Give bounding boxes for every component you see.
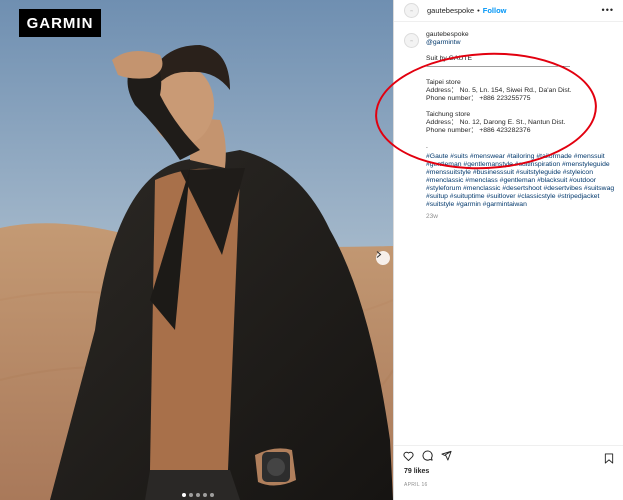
action-bar: [394, 445, 623, 465]
caption-line: [426, 135, 616, 143]
caption-line: .: [426, 143, 428, 150]
bookmark-icon: [604, 453, 614, 464]
caption: ◦◦ gautebespoke @garmintw Suit by GAUTE …: [404, 31, 616, 221]
avatar[interactable]: ◦◦: [404, 33, 419, 48]
avatar-mark: ◦◦: [410, 37, 413, 43]
brand-logo: GARMIN: [19, 9, 101, 37]
comment-button[interactable]: [422, 450, 433, 461]
caption-username[interactable]: gautebespoke: [426, 31, 616, 39]
follow-button[interactable]: Follow: [483, 6, 507, 15]
share-icon: [441, 450, 452, 461]
photo-illustration: [0, 0, 393, 500]
more-options-icon[interactable]: •••: [602, 5, 614, 15]
like-count[interactable]: 79 likes: [404, 468, 429, 475]
caption-line: Phone number： +886 423282376: [426, 127, 531, 134]
caption-age: 23w: [426, 213, 438, 220]
slide-dot: [210, 493, 214, 497]
header-username[interactable]: gautebespoke: [427, 6, 474, 15]
comment-icon: [422, 450, 433, 461]
share-button[interactable]: [441, 450, 452, 461]
heart-icon: [403, 451, 414, 461]
caption-line: [426, 71, 616, 79]
post-date: APRIL 16: [404, 482, 428, 488]
post-sidebar: ◦◦ gautebespoke • Follow ••• ◦◦ gautebes…: [393, 0, 623, 500]
caption-line: Suit by GAUTE: [426, 55, 473, 62]
caption-line: Address： No. 12, Darong E. St., Nantun D…: [426, 119, 566, 126]
caption-line: Address： No. 5, Ln. 154, Siwei Rd., Da'a…: [426, 87, 572, 94]
caption-line: Taichung store: [426, 111, 471, 118]
slide-dot: [182, 493, 186, 497]
avatar[interactable]: ◦◦: [404, 3, 419, 18]
caption-line: Taipei store: [426, 79, 461, 86]
next-slide-button[interactable]: [376, 251, 390, 265]
caption-mention[interactable]: @garmintw: [426, 39, 616, 47]
post-header: ◦◦ gautebespoke • Follow: [394, 0, 623, 22]
caption-line: Phone number： +886 223255775: [426, 95, 531, 102]
caption-line: ————————————————————————: [426, 64, 570, 70]
post-photo[interactable]: GARMIN: [0, 0, 393, 500]
save-button[interactable]: [604, 451, 614, 469]
slide-dot: [196, 493, 200, 497]
slide-dot: [189, 493, 193, 497]
slide-indicator: [182, 493, 214, 497]
avatar-mark: ◦◦: [410, 8, 413, 13]
header-separator: •: [477, 6, 480, 15]
slide-dot: [203, 493, 207, 497]
caption-line: [426, 103, 616, 111]
caption-hashtags[interactable]: #Gaute #suits #menswear #tailoring #tail…: [426, 153, 616, 209]
chevron-right-icon: [376, 251, 382, 258]
like-button[interactable]: [403, 451, 414, 461]
